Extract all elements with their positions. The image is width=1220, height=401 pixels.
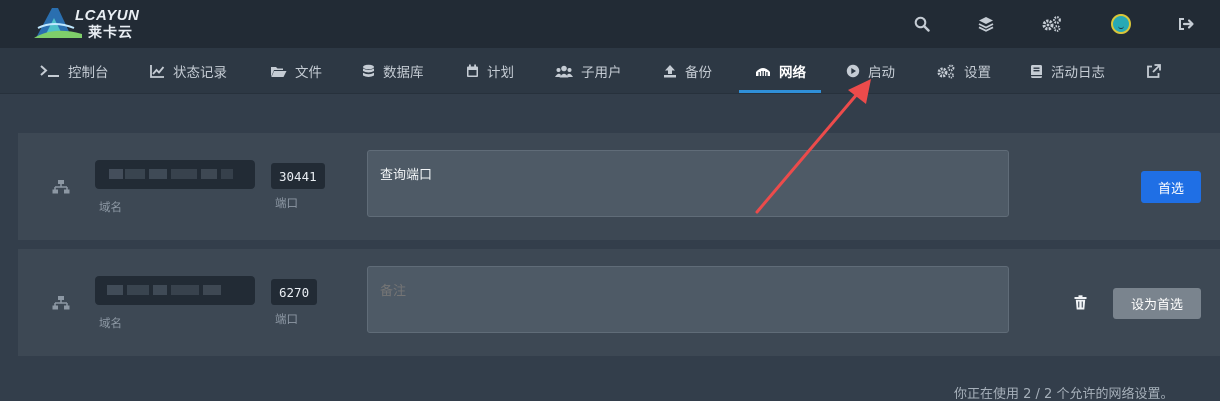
domain-label: 域名 (99, 316, 122, 330)
network-icon (52, 296, 70, 310)
tab-subusers[interactable]: 子用户 (555, 48, 622, 94)
tab-label: 启动 (868, 65, 895, 81)
tab-label: 活动日志 (1051, 65, 1105, 81)
tab-settings[interactable]: 设置 (936, 48, 991, 94)
trash-icon[interactable] (1074, 295, 1087, 310)
calendar-icon (467, 64, 478, 77)
tab-label: 计划 (487, 65, 514, 81)
notes-textarea[interactable]: 查询端口 (367, 150, 1009, 217)
folder-open-icon (271, 66, 287, 77)
tab-label: 网络 (779, 65, 806, 81)
port-label: 端口 (275, 312, 298, 326)
primary-allocation-button[interactable]: 首选 (1141, 171, 1201, 203)
notes-textarea[interactable] (367, 266, 1009, 333)
terminal-icon (40, 65, 59, 77)
avatar (1111, 14, 1131, 34)
domain-value-redacted (95, 160, 255, 189)
tab-label: 控制台 (68, 65, 109, 81)
allocation-usage-text: 你正在使用 2 / 2 个允许的网络设置。 (954, 387, 1174, 401)
tab-schedules[interactable]: 计划 (466, 48, 514, 94)
tab-databases[interactable]: 数据库 (362, 48, 424, 94)
tab-network[interactable]: 网络 (755, 48, 806, 94)
tab-label: 文件 (295, 65, 322, 81)
make-primary-button[interactable]: 设为首选 (1113, 288, 1201, 319)
active-tab-indicator (739, 90, 821, 93)
tab-label: 备份 (685, 65, 712, 81)
port-value: 6270 (271, 279, 318, 305)
tab-files[interactable]: 文件 (270, 48, 322, 94)
tab-console[interactable]: 控制台 (40, 48, 109, 94)
tab-activity-log[interactable]: 活动日志 (1030, 48, 1105, 94)
domain-label: 域名 (99, 200, 122, 214)
layers-icon[interactable] (974, 12, 998, 36)
play-circle-icon (846, 64, 860, 78)
brand-logo[interactable]: LCAYUN 莱卡云 (34, 4, 174, 42)
users-icon (555, 65, 573, 77)
cogs-icon[interactable] (1040, 12, 1064, 36)
cogs-icon (937, 64, 955, 78)
tab-status-log[interactable]: 状态记录 (150, 48, 227, 94)
network-icon (52, 180, 70, 194)
external-link-icon (1147, 63, 1161, 78)
allocation-row: 域名 6270 端口 设为首选 (18, 249, 1220, 356)
tab-label: 设置 (964, 65, 991, 81)
network-wired-icon (756, 68, 770, 76)
user-avatar[interactable] (1109, 12, 1133, 36)
top-header: LCAYUN 莱卡云 (0, 0, 1220, 48)
domain-value-redacted (95, 276, 255, 305)
book-icon (1031, 64, 1042, 78)
tab-backups[interactable]: 备份 (663, 48, 712, 94)
tab-label: 状态记录 (173, 65, 227, 81)
logout-icon[interactable] (1174, 12, 1198, 36)
port-label: 端口 (275, 196, 298, 210)
brand-subtitle: 莱卡云 (88, 25, 133, 41)
server-nav: 控制台 状态记录 文件 数据库 计划 子用户 备份 网络 启动 设置 活动日志 (0, 48, 1220, 94)
allocation-row: 域名 30441 端口 查询端口 首选 (18, 133, 1220, 240)
upload-icon (664, 65, 676, 78)
tab-label: 子用户 (581, 65, 622, 81)
port-value: 30441 (271, 163, 325, 189)
chart-line-icon (150, 65, 165, 78)
database-icon (363, 64, 374, 77)
tab-startup[interactable]: 启动 (846, 48, 895, 94)
tab-external-link[interactable] (1146, 48, 1161, 94)
search-icon[interactable] (910, 12, 934, 36)
tab-label: 数据库 (383, 65, 424, 81)
